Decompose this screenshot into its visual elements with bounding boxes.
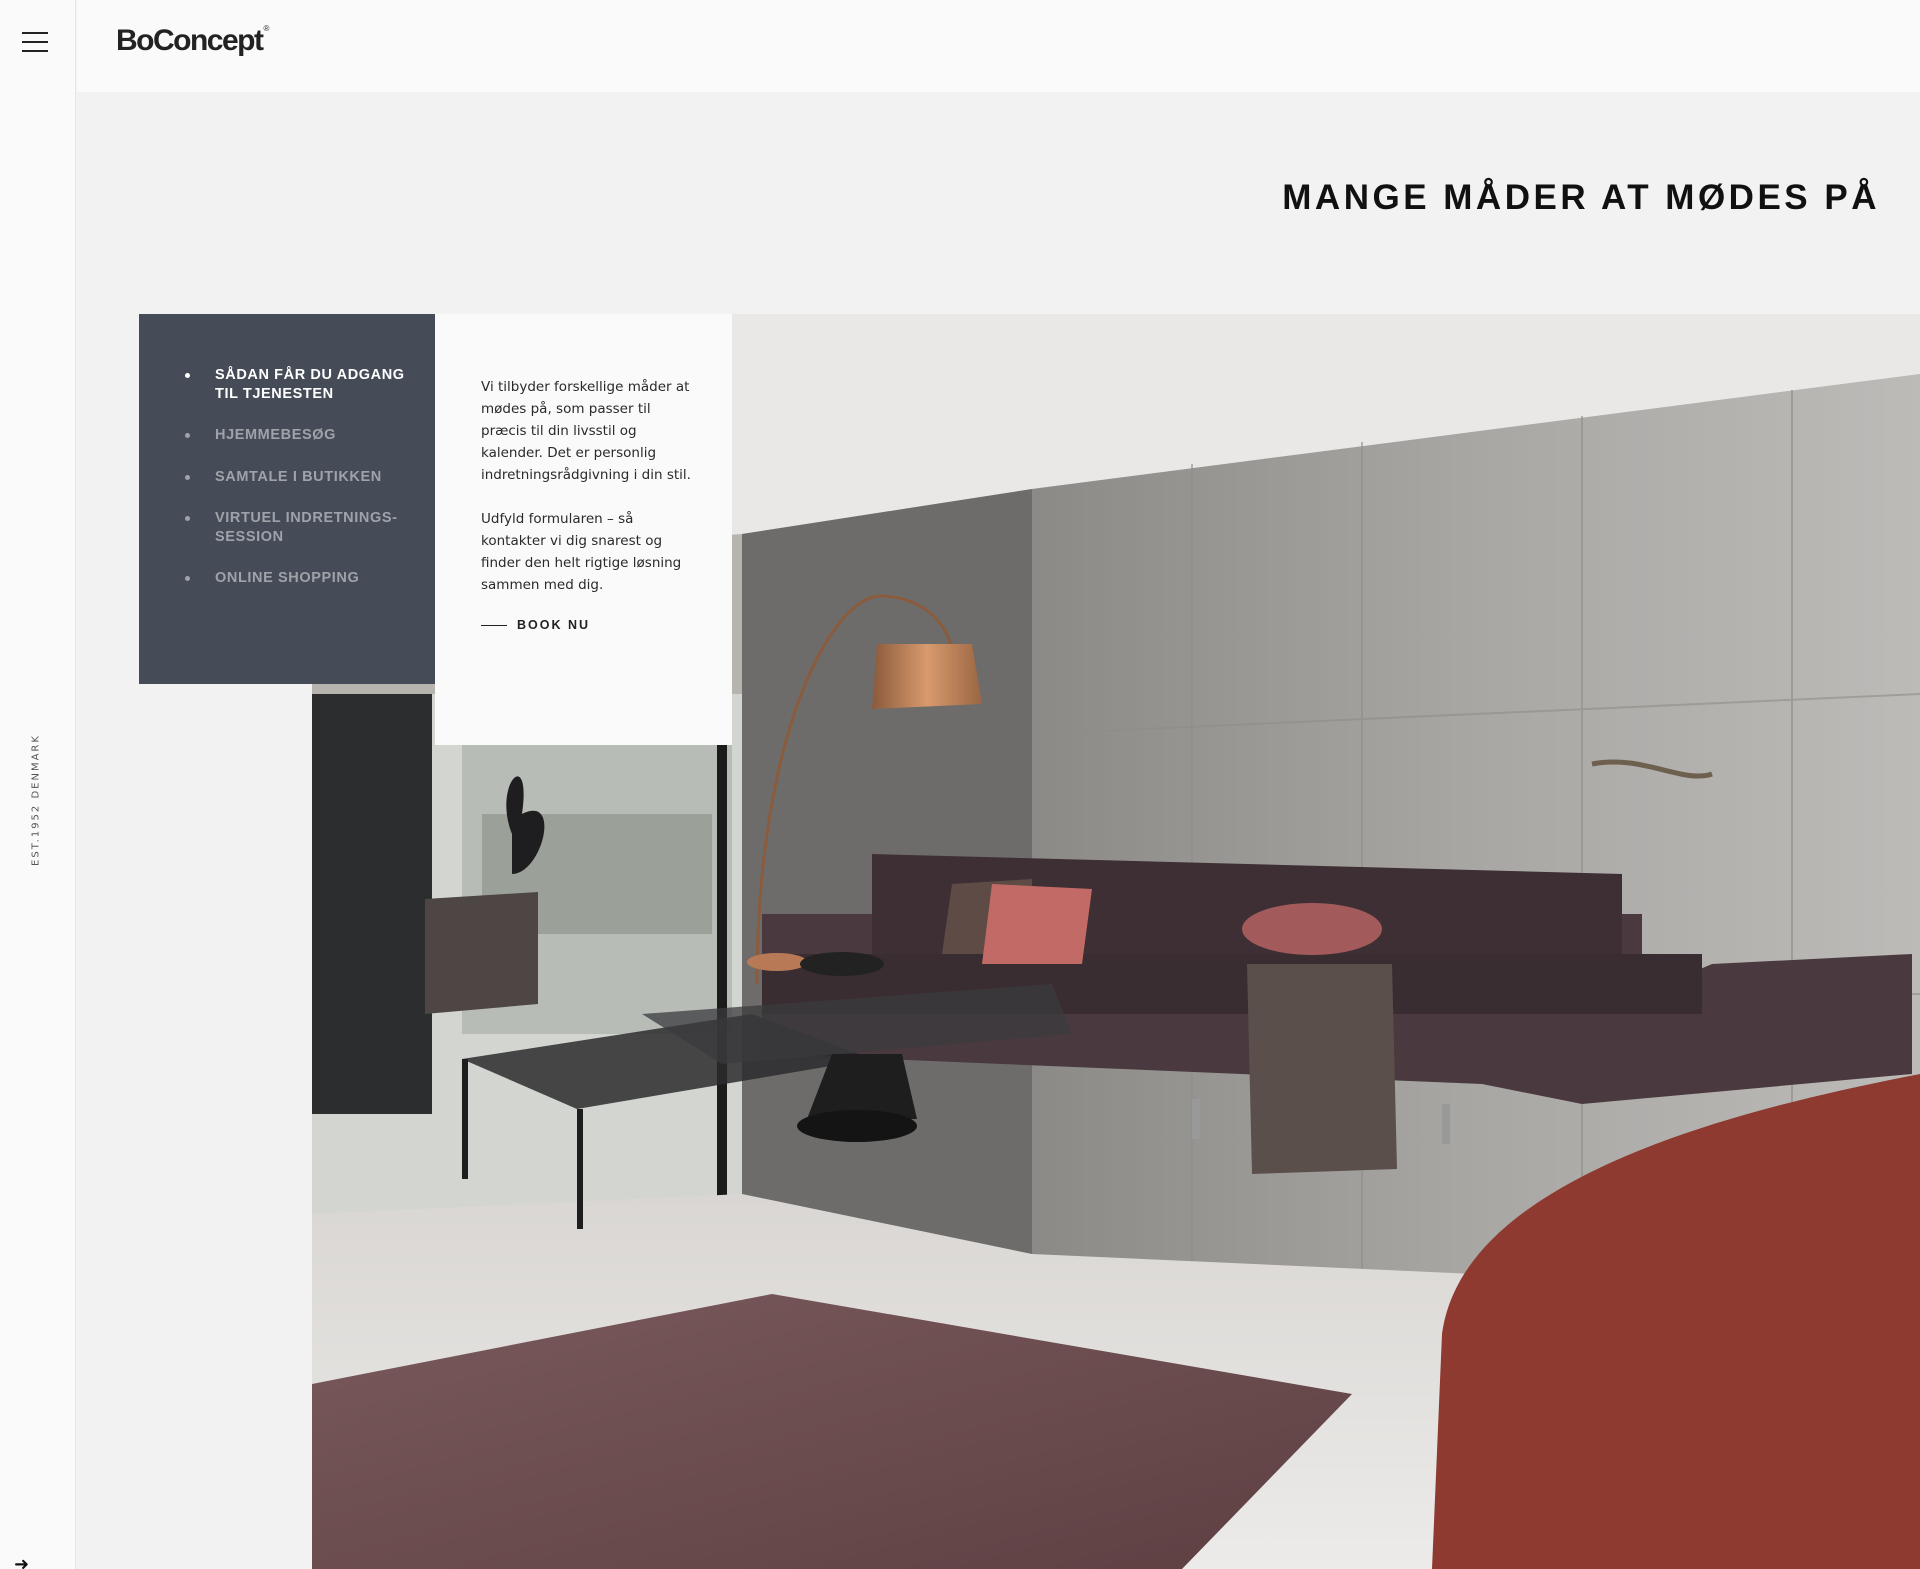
page-title: MANGE MÅDER AT MØDES PÅ — [1282, 178, 1880, 217]
left-rail: EST.1952 DENMARK ➜ — [0, 0, 76, 1569]
nav-panel: SÅDAN FÅR DU ADGANG TIL TJENESTEN HJEMME… — [139, 314, 435, 684]
nav-item-virtual-session[interactable]: VIRTUEL INDRETNINGS-SESSION — [185, 509, 405, 546]
cta-dash-icon — [481, 624, 507, 626]
brand-logo[interactable]: BoConcept® — [116, 24, 270, 58]
arrow-icon[interactable]: ➜ — [14, 1555, 29, 1569]
info-card: Vi tilbyder forskellige måder at mødes p… — [435, 314, 732, 745]
logo-mark: ® — [263, 24, 270, 33]
card-paragraph-2: Udfyld formularen – så kontakter vi dig … — [481, 511, 682, 593]
nav-item-online-shopping[interactable]: ONLINE SHOPPING — [185, 569, 405, 588]
logo-text: BoConcept — [116, 24, 264, 57]
est-label: EST.1952 DENMARK — [30, 734, 42, 866]
book-now-label: BOOK NU — [517, 618, 591, 632]
nav-item-access[interactable]: SÅDAN FÅR DU ADGANG TIL TJENESTEN — [185, 366, 405, 403]
hamburger-menu-icon[interactable] — [22, 32, 50, 54]
card-paragraph-1: Vi tilbyder forskellige måder at mødes p… — [481, 379, 691, 483]
nav-item-home-visit[interactable]: HJEMMEBESØG — [185, 426, 405, 445]
site-header: BoConcept® — [77, 0, 1920, 92]
nav-item-store-meeting[interactable]: SAMTALE I BUTIKKEN — [185, 468, 405, 487]
book-now-link[interactable]: BOOK NU — [481, 618, 692, 632]
